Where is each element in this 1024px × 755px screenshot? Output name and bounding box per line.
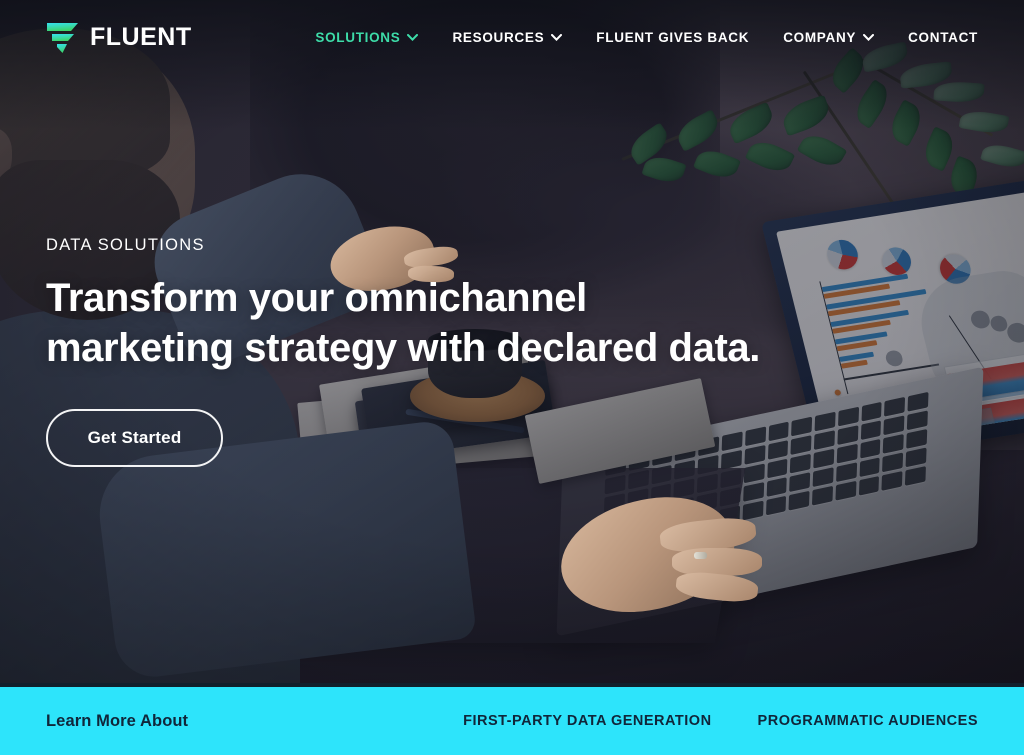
learn-more-bar: Learn More About FIRST-PARTY DATA GENERA… (0, 687, 1024, 755)
learn-bar-top-edge (0, 683, 1024, 687)
nav-item-contact[interactable]: CONTACT (908, 30, 978, 45)
learn-more-links: FIRST-PARTY DATA GENERATION PROGRAMMATIC… (463, 713, 978, 729)
person-finger-d (672, 548, 762, 576)
chevron-down-icon (863, 33, 875, 41)
get-started-button[interactable]: Get Started (46, 409, 223, 467)
hero-headline-line-2: marketing strategy with declared data. (46, 326, 760, 370)
nav-item-contact-label: CONTACT (908, 29, 978, 45)
person-ring (694, 552, 707, 559)
nav-menu: SOLUTIONS RESOURCES FLUENT GIVES BACK CO… (315, 30, 978, 45)
hero-content: DATA SOLUTIONS Transform your omnichanne… (46, 236, 760, 467)
chevron-down-icon (551, 33, 563, 41)
nav-item-company-label: COMPANY (783, 29, 857, 45)
nav-item-company[interactable]: COMPANY (783, 29, 875, 45)
landing-page: FLUENT SOLUTIONS RESOURCES FLUENT GIVES … (0, 0, 1024, 755)
nav-item-fluent-gives-back-label: FLUENT GIVES BACK (596, 29, 750, 45)
learn-more-link-first-party-data-generation[interactable]: FIRST-PARTY DATA GENERATION (463, 713, 711, 729)
main-navigation-bar: FLUENT SOLUTIONS RESOURCES FLUENT GIVES … (0, 0, 1024, 74)
fluent-funnel-logo-icon (46, 20, 79, 54)
hero-headline-line-1: Transform your omnichannel (46, 276, 587, 320)
brand-name: FLUENT (90, 22, 192, 51)
nav-item-resources[interactable]: RESOURCES (452, 29, 563, 45)
nav-item-solutions[interactable]: SOLUTIONS (315, 29, 419, 45)
nav-item-solutions-label: SOLUTIONS (315, 29, 401, 45)
nav-item-fluent-gives-back[interactable]: FLUENT GIVES BACK (596, 30, 749, 45)
brand-logo[interactable]: FLUENT (46, 20, 192, 54)
nav-item-resources-label: RESOURCES (452, 29, 545, 45)
hero-headline: Transform your omnichannel marketing str… (46, 273, 760, 373)
hero-eyebrow: DATA SOLUTIONS (46, 236, 205, 254)
chevron-down-icon (407, 33, 419, 41)
learn-more-link-programmatic-audiences[interactable]: PROGRAMMATIC AUDIENCES (758, 713, 978, 729)
learn-more-title: Learn More About (46, 711, 189, 730)
